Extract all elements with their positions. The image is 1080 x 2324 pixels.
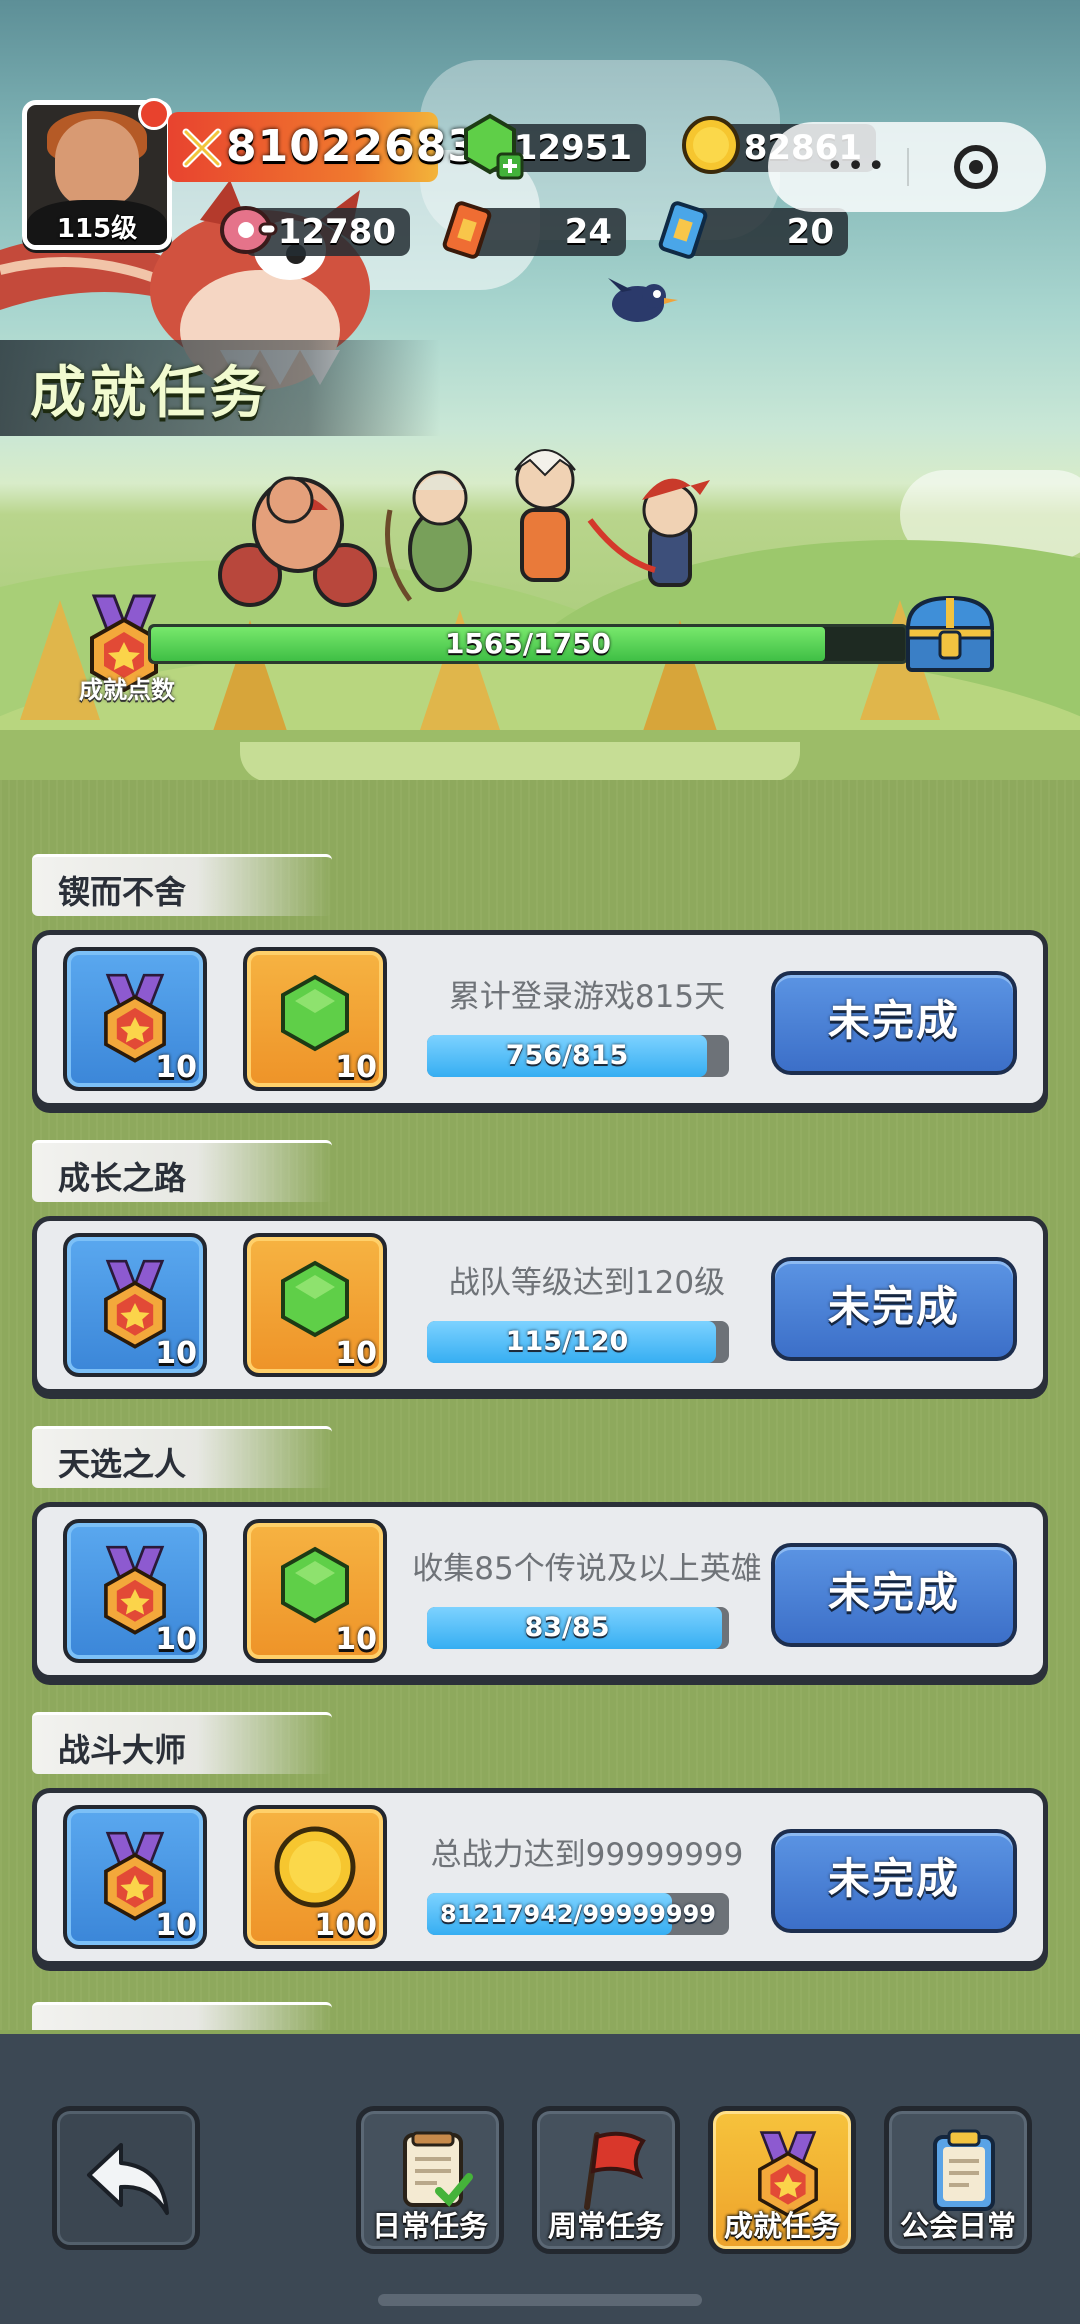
task-card: 10 10 收集85个传说及以上英雄 83/85 未完成 [32, 1502, 1048, 1680]
notification-dot [138, 98, 170, 130]
player-level: 115级 [56, 214, 138, 244]
task-description: 累计登录游戏815天 [448, 979, 726, 1015]
meat-value: 12780 [277, 212, 396, 252]
reward-medal[interactable]: 10 [63, 1233, 207, 1377]
gem-plus-icon[interactable] [460, 112, 526, 184]
task-progress-text: 756/815 [505, 1040, 629, 1071]
reward-count: 10 [155, 1336, 197, 1371]
task-status-button[interactable]: 未完成 [771, 1829, 1017, 1933]
reward-gem[interactable]: 10 [243, 1233, 387, 1377]
meat-icon [220, 206, 278, 254]
page-title: 成就任务 [30, 361, 270, 426]
task-status-button[interactable]: 未完成 [771, 971, 1017, 1075]
gems-value: 12951 [513, 128, 632, 168]
tab-daily-tasks[interactable]: 日常任务 [356, 2106, 504, 2254]
tab-achievement-tasks[interactable]: 成就任务 [708, 2106, 856, 2254]
category-name: 锲而不舍 [58, 873, 187, 911]
task-card: 10 100 总战力达到99999999 81217942/99999999 未… [32, 1788, 1048, 1966]
tab-label: 成就任务 [723, 2209, 840, 2243]
reward-gem[interactable]: 10 [243, 947, 387, 1091]
task-progress-text: 115/120 [505, 1326, 629, 1357]
reward-medal[interactable]: 10 [63, 1805, 207, 1949]
gold-coin-icon [682, 116, 740, 174]
task-card: 10 10 战队等级达到120级 115/120 未完成 [32, 1216, 1048, 1394]
reward-count: 100 [314, 1908, 377, 1943]
achievement-points-label: 成就点数 [79, 676, 175, 704]
reward-count: 10 [155, 1908, 197, 1943]
reward-count: 10 [335, 1622, 377, 1657]
task-progress-text: 83/85 [524, 1612, 610, 1643]
task-status-button[interactable]: 未完成 [771, 1543, 1017, 1647]
category-tab: 天选之人 [32, 1426, 332, 1488]
guild-clipboard-icon [933, 2129, 995, 2211]
weekly-flag-icon [584, 2131, 646, 2210]
combat-power-value: 81022683 [226, 121, 479, 172]
reward-medal[interactable]: 10 [63, 1519, 207, 1663]
bird-icon [608, 278, 678, 322]
category-tab-partial [32, 2002, 332, 2030]
task-description: 总战力达到99999999 [430, 1837, 744, 1873]
heroes-group-icon [218, 449, 710, 607]
tab-guild-daily[interactable]: 公会日常 [884, 2106, 1032, 2254]
reward-count: 10 [155, 1050, 197, 1085]
category-name: 战斗大师 [58, 1731, 187, 1769]
crossed-swords-icon [182, 128, 222, 168]
tab-label: 公会日常 [899, 2209, 1016, 2243]
home-indicator [378, 2294, 702, 2306]
back-arrow-icon [87, 2143, 169, 2215]
task-progress-bar: 115/120 [427, 1321, 729, 1363]
reward-count: 10 [335, 1336, 377, 1371]
treasure-chest-icon[interactable] [900, 592, 1000, 676]
tab-label: 周常任务 [547, 2209, 664, 2243]
more-menu-icon[interactable]: ••• [826, 152, 888, 182]
blue-ticket-value: 20 [786, 212, 834, 252]
reward-count: 10 [335, 1050, 377, 1085]
task-status-button[interactable]: 未完成 [771, 1257, 1017, 1361]
category-tab: 战斗大师 [32, 1712, 332, 1774]
task-progress-text: 81217942/99999999 [440, 1900, 716, 1928]
red-ticket-icon [442, 201, 492, 259]
back-button[interactable] [52, 2106, 200, 2250]
close-target-icon[interactable] [954, 145, 998, 189]
category-tab: 成长之路 [32, 1140, 332, 1202]
reward-medal[interactable]: 10 [63, 947, 207, 1091]
task-description: 战队等级达到120级 [448, 1265, 726, 1301]
gold-coin-icon [274, 1826, 356, 1908]
tab-weekly-tasks[interactable]: 周常任务 [532, 2106, 680, 2254]
tab-label: 日常任务 [371, 2209, 488, 2243]
task-progress-bar: 756/815 [427, 1035, 729, 1077]
daily-task-icon [403, 2131, 473, 2207]
miniprogram-capsule: ••• [768, 122, 1046, 212]
achievement-progress-text: 1565/1750 [444, 627, 612, 660]
task-progress-bar: 81217942/99999999 [427, 1893, 729, 1935]
task-description: 收集85个传说及以上英雄 [412, 1551, 762, 1587]
gem-icon [281, 1260, 349, 1338]
category-name: 天选之人 [58, 1445, 187, 1483]
capsule-divider [907, 148, 909, 186]
blue-ticket-icon [658, 201, 708, 259]
red-ticket-value: 24 [564, 212, 612, 252]
gem-icon [281, 974, 349, 1052]
reward-count: 10 [155, 1622, 197, 1657]
task-progress-bar: 83/85 [427, 1607, 729, 1649]
task-card: 10 10 累计登录游戏815天 756/815 未完成 [32, 930, 1048, 1108]
gem-icon [281, 1546, 349, 1624]
achievement-progress-bar: 1565/1750 [148, 624, 908, 664]
task-list[interactable]: 锲而不舍 10 10 累计登录游戏815天 756/815 未完成 成长之路 1… [0, 780, 1080, 2030]
reward-gem[interactable]: 10 [243, 1519, 387, 1663]
category-name: 成长之路 [58, 1159, 187, 1197]
reward-gold[interactable]: 100 [243, 1805, 387, 1949]
category-tab: 锲而不舍 [32, 854, 332, 916]
